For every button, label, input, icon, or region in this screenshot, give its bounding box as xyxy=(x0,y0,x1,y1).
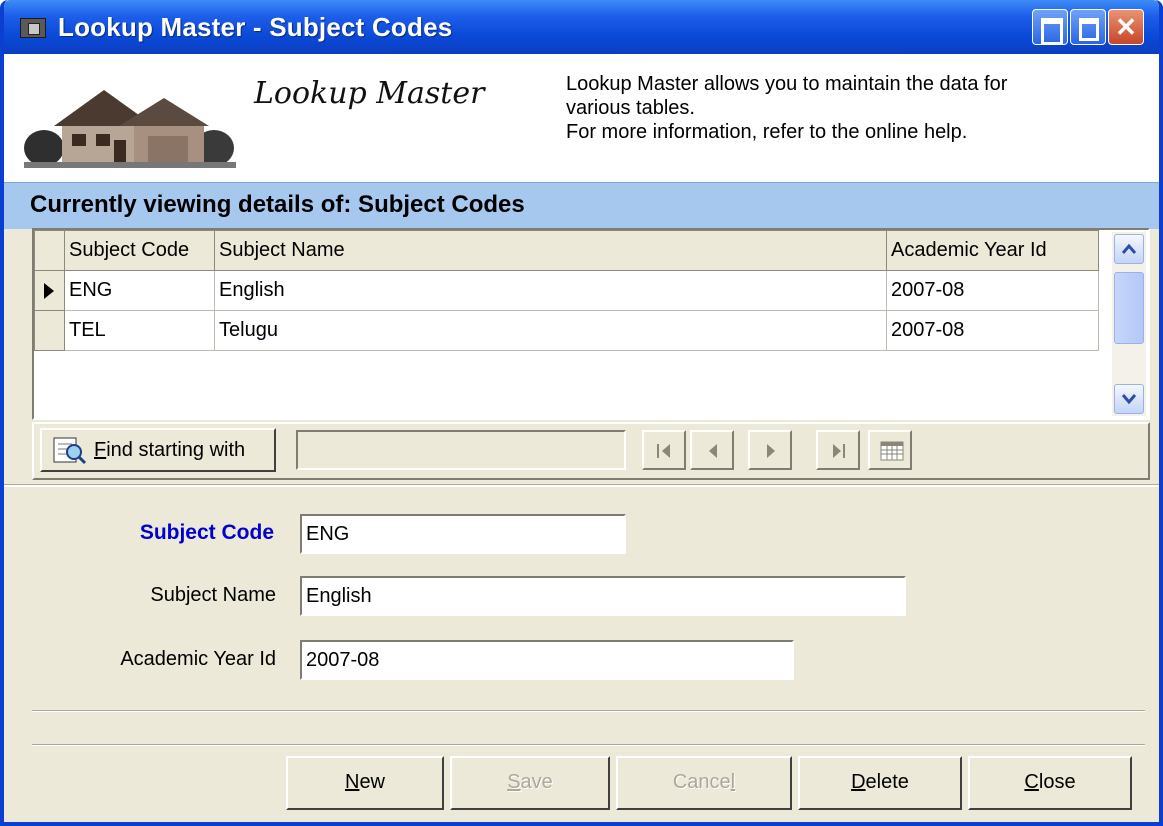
info-line-1: Lookup Master allows you to maintain the… xyxy=(566,73,1008,95)
window-system-icon[interactable] xyxy=(20,18,46,38)
divider xyxy=(32,744,1145,746)
new-button[interactable]: New xyxy=(286,756,444,810)
window-title: Lookup Master - Subject Codes xyxy=(58,12,453,42)
viewing-band: Currently viewing details of: Subject Co… xyxy=(4,182,1159,229)
grid-view-button[interactable] xyxy=(868,430,912,470)
chevron-down-icon xyxy=(1121,394,1137,405)
delete-button[interactable]: Delete xyxy=(798,756,962,810)
subject-code-field[interactable]: ENG xyxy=(300,514,626,554)
header-panel: Lookup Master Lookup Master allows you t… xyxy=(4,54,1159,183)
cell-subject-code[interactable]: TEL xyxy=(64,310,215,351)
row-selector-header[interactable] xyxy=(34,230,65,271)
find-starting-with-button[interactable]: Find starting with xyxy=(40,428,276,472)
table-row[interactable]: ENG English 2007-08 xyxy=(34,270,1099,311)
last-record-icon xyxy=(833,444,845,458)
minimize-button[interactable] xyxy=(1032,9,1068,45)
previous-record-icon xyxy=(709,444,717,458)
subject-code-label: Subject Code xyxy=(139,521,274,544)
next-record-button[interactable] xyxy=(748,430,792,470)
cell-subject-name[interactable]: English xyxy=(214,270,887,311)
house-logo-icon xyxy=(24,90,236,174)
previous-record-button[interactable] xyxy=(690,430,734,470)
navigation-toolbar: Find starting with xyxy=(32,422,1150,480)
minimize-icon xyxy=(1033,10,1067,45)
academic-year-field[interactable]: 2007-08 xyxy=(300,640,794,680)
table-grid-icon xyxy=(880,441,904,461)
column-header-academic-year[interactable]: Academic Year Id xyxy=(886,230,1099,271)
close-window-button[interactable]: ✕ xyxy=(1108,9,1144,45)
row-selector[interactable] xyxy=(34,310,65,351)
cancel-button[interactable]: Cancel xyxy=(616,756,792,810)
column-header-subject-name[interactable]: Subject Name xyxy=(214,230,887,271)
cell-academic-year[interactable]: 2007-08 xyxy=(886,270,1099,311)
subject-name-label: Subject Name xyxy=(150,584,276,606)
save-button[interactable]: Save xyxy=(450,756,610,810)
top-separator xyxy=(4,484,1159,487)
table-row[interactable]: TEL Telugu 2007-08 xyxy=(34,310,1099,351)
info-line-3: For more information, refer to the onlin… xyxy=(566,121,968,143)
brand-title: Lookup Master xyxy=(254,76,485,111)
first-record-icon xyxy=(657,444,670,458)
close-button[interactable]: Close xyxy=(968,756,1132,810)
chevron-up-icon xyxy=(1121,243,1137,254)
close-icon: ✕ xyxy=(1115,12,1137,42)
first-record-button[interactable] xyxy=(642,430,686,470)
title-bar[interactable]: Lookup Master - Subject Codes ✕ xyxy=(4,0,1159,54)
lookup-master-window: Lookup Master - Subject Codes ✕ Lookup M… xyxy=(0,0,1163,826)
grid-vertical-scrollbar[interactable] xyxy=(1112,232,1146,416)
scroll-down-button[interactable] xyxy=(1114,384,1144,414)
row-selector[interactable] xyxy=(34,270,65,311)
maximize-icon xyxy=(1071,10,1105,44)
scroll-up-button[interactable] xyxy=(1114,234,1144,264)
column-header-subject-code[interactable]: Subject Code xyxy=(64,230,215,271)
info-line-2: various tables. xyxy=(566,97,695,119)
cell-academic-year[interactable]: 2007-08 xyxy=(886,310,1099,351)
find-input[interactable] xyxy=(296,430,626,470)
maximize-button[interactable] xyxy=(1070,9,1106,45)
cell-subject-name[interactable]: Telugu xyxy=(214,310,887,351)
divider xyxy=(32,710,1145,712)
grid-table: Subject Code Subject Name Academic Year … xyxy=(34,230,1099,351)
current-row-pointer-icon xyxy=(44,283,54,299)
viewing-label: Currently viewing details of: Subject Co… xyxy=(30,191,525,218)
scroll-thumb[interactable] xyxy=(1114,272,1144,344)
find-starting-with-label: Find starting with xyxy=(94,439,246,461)
academic-year-label: Academic Year Id xyxy=(120,648,276,670)
subject-name-field[interactable]: English xyxy=(300,576,906,616)
data-grid[interactable]: Subject Code Subject Name Academic Year … xyxy=(32,228,1150,420)
info-text: Lookup Master allows you to maintain the… xyxy=(566,72,1007,144)
next-record-icon xyxy=(767,444,775,458)
grid-header-row: Subject Code Subject Name Academic Year … xyxy=(34,230,1099,271)
cell-subject-code[interactable]: ENG xyxy=(64,270,215,311)
last-record-button[interactable] xyxy=(816,430,860,470)
find-record-icon xyxy=(53,437,87,465)
